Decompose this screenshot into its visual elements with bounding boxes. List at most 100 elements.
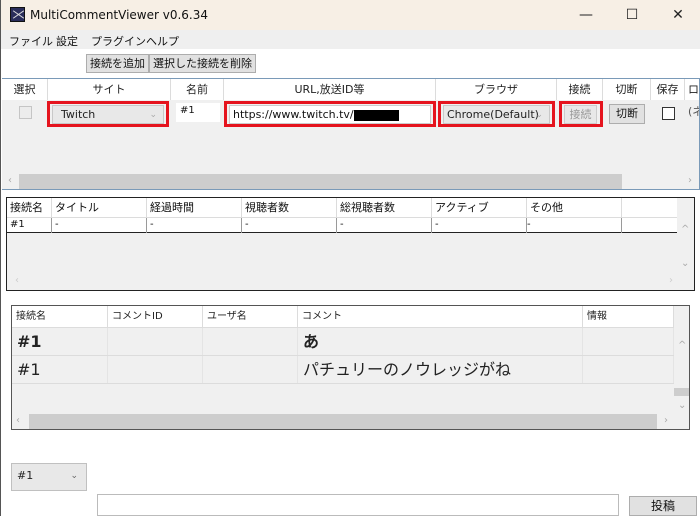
- add-connection-button[interactable]: 接続を追加: [86, 54, 149, 73]
- connection-row: Twitch ⌄ #1 https://www.twitch.tv/ Chrom…: [2, 100, 699, 127]
- save-checkbox[interactable]: [662, 107, 675, 120]
- col-header-connection-name: 接続名: [7, 198, 52, 218]
- name-input[interactable]: #1: [176, 103, 220, 122]
- cell-connection-name: #1: [7, 218, 52, 233]
- col-header-comment-id: コメントID: [108, 306, 203, 328]
- col-header-other: その他: [527, 198, 622, 218]
- comment-grid-hscrollbar[interactable]: ‹ ›: [12, 414, 674, 429]
- title-bar: MultiCommentViewer v0.6.34 — ☐ ✕: [1, 0, 700, 30]
- comment-grid-header: 接続名 コメントID ユーザ名 コメント 情報: [12, 306, 674, 328]
- col-header-active: アクティブ: [432, 198, 527, 218]
- cell-other: -: [527, 218, 622, 233]
- cell-elapsed: -: [147, 218, 242, 233]
- scroll-right-icon[interactable]: ›: [664, 415, 668, 426]
- comment-grid: 接続名 コメントID ユーザ名 コメント 情報 #1 あ #1 パチュリーのノウ…: [11, 305, 690, 430]
- cell-active: -: [432, 218, 527, 233]
- connection-select-dropdown[interactable]: #1 ⌄: [11, 463, 87, 491]
- url-input[interactable]: https://www.twitch.tv/: [229, 105, 431, 124]
- col-header-select: 選択: [2, 79, 48, 100]
- col-header-username: ユーザ名: [203, 306, 298, 328]
- col-header-site: サイト: [48, 79, 171, 100]
- cell-empty: [622, 218, 677, 233]
- menu-bar: ファイル 設定 プラグイン ヘルプ: [1, 30, 700, 49]
- connection-grid-hscrollbar[interactable]: ‹ ›: [2, 174, 699, 189]
- metadata-grid-header: 接続名 タイトル 経過時間 視聴者数 総視聴者数 アクティブ その他: [7, 198, 677, 218]
- cell-info: [583, 356, 674, 383]
- comment-row[interactable]: #1 パチュリーのノウレッジがね: [12, 356, 674, 384]
- comment-row[interactable]: #1 あ: [12, 328, 674, 356]
- close-button[interactable]: ✕: [655, 0, 700, 30]
- cell-connection-name: #1: [12, 356, 108, 383]
- disconnect-button[interactable]: 切断: [609, 104, 645, 124]
- cell-comment: あ: [298, 328, 583, 355]
- redacted-block: [353, 109, 399, 121]
- site-value: Twitch: [61, 108, 96, 121]
- col-header-name: 名前: [171, 79, 224, 100]
- chevron-down-icon: ⌄: [535, 110, 543, 120]
- chevron-down-icon: ⌄: [149, 110, 157, 120]
- scroll-left-icon[interactable]: ‹: [15, 275, 19, 286]
- scroll-left-icon[interactable]: ‹: [16, 415, 20, 426]
- cell-comment-id: [108, 328, 203, 355]
- scroll-left-icon[interactable]: ‹: [8, 175, 12, 186]
- col-header-log: ロ: [685, 79, 699, 100]
- scrollbar-thumb[interactable]: [19, 174, 622, 189]
- app-logo-icon: [10, 7, 25, 22]
- col-header-disconnect: 切断: [603, 79, 651, 100]
- metadata-grid: 接続名 タイトル 経過時間 視聴者数 総視聴者数 アクティブ その他 #1 - …: [6, 197, 695, 291]
- cell-title: -: [52, 218, 147, 233]
- col-header-viewers: 視聴者数: [242, 198, 337, 218]
- menu-file[interactable]: ファイル: [9, 33, 53, 49]
- scroll-right-icon[interactable]: ›: [669, 275, 673, 286]
- menu-plugins[interactable]: プラグイン: [91, 33, 146, 49]
- metadata-grid-hscrollbar[interactable]: ‹ ›: [7, 274, 677, 290]
- chevron-down-icon: ⌄: [70, 471, 78, 481]
- delete-selected-connection-button[interactable]: 選択した接続を削除: [149, 54, 256, 73]
- cell-username: [203, 356, 298, 383]
- col-header-info: 情報: [583, 306, 674, 328]
- cell-comment-id: [108, 356, 203, 383]
- col-header-connect: 接続: [557, 79, 603, 100]
- col-header-elapsed: 経過時間: [147, 198, 242, 218]
- url-value: https://www.twitch.tv/: [233, 108, 354, 121]
- col-header-connection-name: 接続名: [12, 306, 108, 328]
- col-header-comment: コメント: [298, 306, 583, 328]
- post-button[interactable]: 投稿: [629, 496, 697, 516]
- cell-comment: パチュリーのノウレッジがね: [298, 356, 583, 383]
- scroll-down-icon[interactable]: ⌄: [681, 258, 689, 269]
- connection-select-value: #1: [17, 469, 34, 482]
- cell-info: [583, 328, 674, 355]
- scroll-right-icon[interactable]: ›: [688, 175, 692, 186]
- log-cell: (ネ: [688, 105, 699, 118]
- browser-value: Chrome(Default): [447, 108, 539, 121]
- cell-total-viewers: -: [337, 218, 432, 233]
- metadata-row: #1 - - - - - -: [7, 218, 677, 233]
- cell-connection-name: #1: [12, 328, 108, 355]
- maximize-button[interactable]: ☐: [609, 0, 655, 30]
- menu-help[interactable]: ヘルプ: [146, 33, 179, 49]
- col-header-total-viewers: 総視聴者数: [337, 198, 432, 218]
- col-header-title: タイトル: [52, 198, 147, 218]
- cell-viewers: -: [242, 218, 337, 233]
- window-title: MultiCommentViewer v0.6.34: [30, 8, 209, 22]
- cell-username: [203, 328, 298, 355]
- connection-grid-header: 選択 サイト 名前 URL,放送ID等 ブラウザ 接続 切断 保存 ロ: [2, 79, 699, 100]
- browser-dropdown[interactable]: Chrome(Default) ⌄: [443, 105, 550, 124]
- scroll-up-icon[interactable]: ^: [678, 340, 686, 351]
- site-dropdown[interactable]: Twitch ⌄: [52, 105, 164, 124]
- scrollbar-thumb[interactable]: [29, 414, 657, 429]
- scroll-down-icon[interactable]: ⌄: [678, 400, 686, 411]
- select-checkbox[interactable]: [19, 106, 32, 119]
- scroll-up-icon[interactable]: ^: [681, 224, 689, 235]
- metadata-grid-vscrollbar[interactable]: ^ ⌄: [677, 218, 694, 276]
- app-window: MultiCommentViewer v0.6.34 — ☐ ✕ ファイル 設定…: [0, 0, 700, 516]
- comment-input[interactable]: [97, 494, 619, 516]
- menu-settings[interactable]: 設定: [56, 33, 78, 49]
- connect-button[interactable]: 接続: [564, 105, 597, 124]
- minimize-button[interactable]: —: [563, 0, 609, 30]
- col-header-browser: ブラウザ: [436, 79, 557, 100]
- col-header-save: 保存: [651, 79, 685, 100]
- comment-grid-vscrollbar[interactable]: ^ ⌄: [674, 328, 689, 414]
- scrollbar-thumb[interactable]: [674, 388, 689, 396]
- connection-grid: 選択 サイト 名前 URL,放送ID等 ブラウザ 接続 切断 保存 ロ Twit…: [2, 78, 700, 190]
